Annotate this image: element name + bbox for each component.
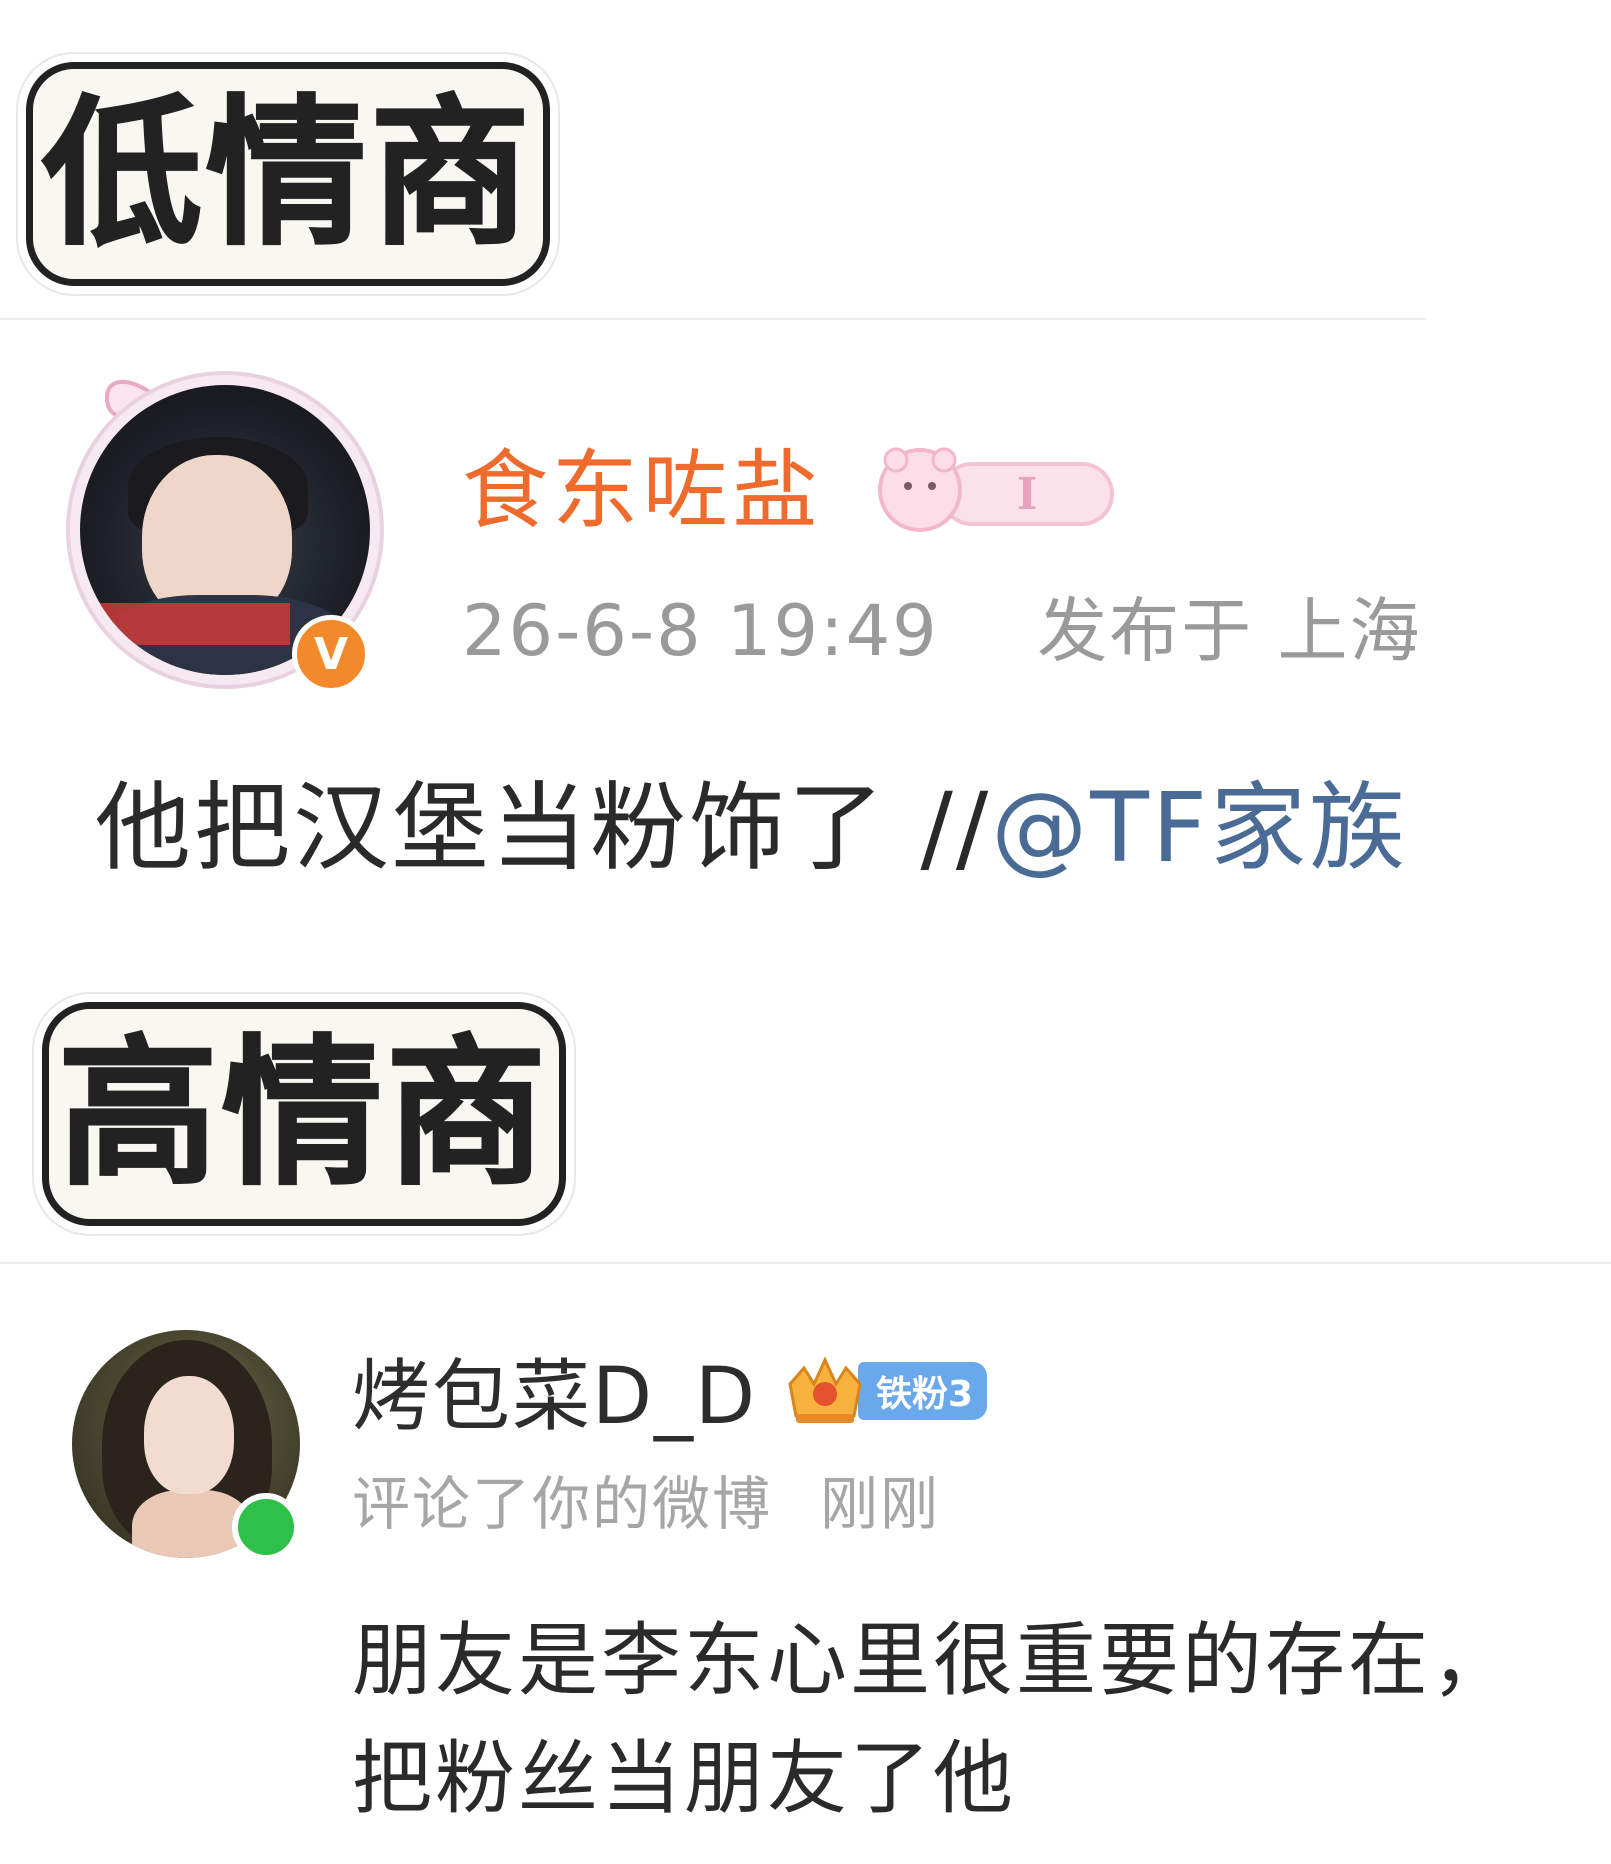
comment-text: 朋友是李东心里很重要的存在，把粉丝当朋友了他 bbox=[352, 1614, 1514, 1825]
divider-top bbox=[0, 318, 1426, 320]
comment-time: 刚刚 bbox=[820, 1470, 941, 1538]
avatar2-face bbox=[144, 1376, 234, 1494]
comment-meta: 评论了你的微博 刚刚 bbox=[352, 1475, 940, 1533]
divider-middle bbox=[0, 1262, 1611, 1264]
post-meta-user1: 26-6-8 19:49 发布于 上海 bbox=[462, 596, 1421, 666]
comment-action: 评论了你的微博 bbox=[352, 1470, 773, 1538]
label-low-eq: 低情商 bbox=[26, 62, 550, 286]
label-low-eq-text: 低情商 bbox=[41, 80, 534, 267]
username-user2[interactable]: 烤包菜D_D bbox=[352, 1358, 757, 1436]
fan-badge-label: 铁粉3 bbox=[858, 1362, 988, 1420]
label-high-eq-text: 高情商 bbox=[57, 1020, 550, 1207]
post-text-user1: 他把汉堡当粉饰了 //@TF家族 bbox=[95, 780, 1408, 876]
post-location: 发布于 上海 bbox=[1037, 590, 1422, 672]
post-body: 他把汉堡当粉饰了 // bbox=[95, 772, 992, 884]
post-timestamp: 26-6-8 19:49 bbox=[462, 590, 939, 672]
username-user1[interactable]: 食东咗盐 bbox=[462, 448, 822, 534]
svg-text:I: I bbox=[1017, 469, 1038, 520]
online-status-icon bbox=[232, 1493, 300, 1561]
verified-icon: V bbox=[292, 615, 370, 693]
crown-icon bbox=[788, 1356, 862, 1423]
avatar-banner bbox=[80, 603, 290, 645]
label-high-eq: 高情商 bbox=[42, 1002, 566, 1226]
bear-level-badge-icon: I bbox=[878, 447, 1114, 532]
fan-badge: 铁粉3 bbox=[784, 1354, 988, 1428]
mention-link[interactable]: @TF家族 bbox=[991, 772, 1408, 884]
